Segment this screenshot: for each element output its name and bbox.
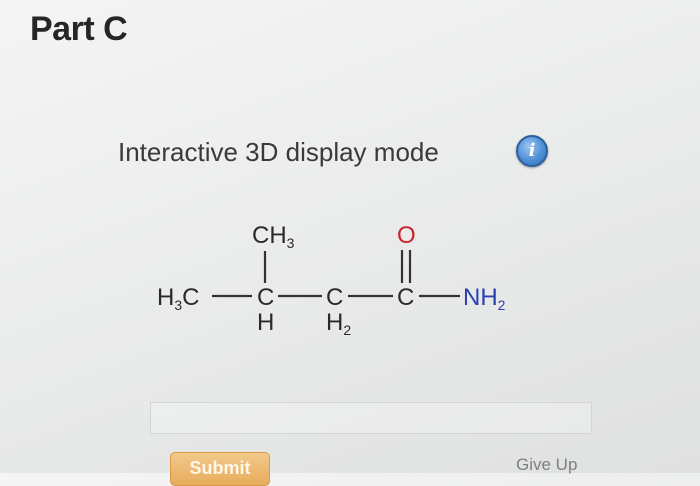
- atom-h3c: H3C: [157, 284, 199, 313]
- atom-h2-main: H: [326, 309, 343, 336]
- atom-h3c-main: H: [157, 284, 174, 311]
- atom-h2: H2: [326, 309, 351, 338]
- atom-oxygen: O: [397, 222, 416, 249]
- atom-h3c-tail: C: [182, 284, 199, 311]
- atom-c2: C: [326, 284, 343, 311]
- atom-h3c-subscript: 3: [174, 297, 182, 313]
- atom-nh2: NH2: [463, 284, 506, 313]
- atom-ch3-subscript: 3: [287, 235, 295, 251]
- submit-button[interactable]: Submit: [170, 452, 270, 486]
- atom-h2-subscript: 2: [343, 322, 351, 338]
- atom-ch3: CH3: [252, 222, 295, 251]
- atom-c3: C: [397, 284, 414, 311]
- atom-nh2-main: NH: [463, 284, 498, 311]
- answer-area[interactable]: [150, 402, 592, 434]
- atom-c1: C: [257, 284, 274, 311]
- atom-ch3-main: CH: [252, 222, 287, 249]
- give-up-link[interactable]: Give Up: [516, 455, 577, 475]
- atom-nh2-subscript: 2: [498, 297, 506, 313]
- atom-h1: H: [257, 309, 274, 336]
